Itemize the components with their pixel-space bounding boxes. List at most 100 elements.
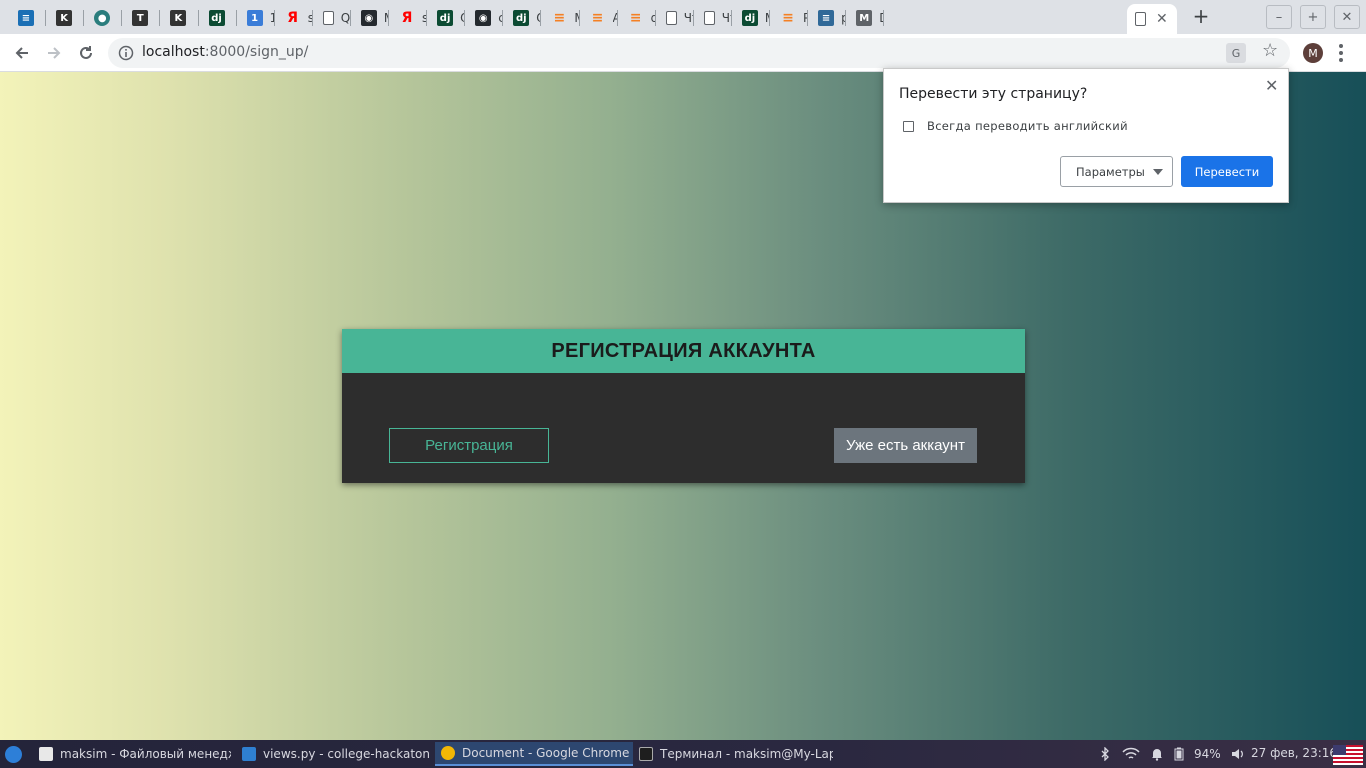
browser-tab[interactable]: dj <box>201 4 237 32</box>
close-window-button[interactable]: ✕ <box>1334 5 1360 29</box>
back-button[interactable] <box>10 41 34 65</box>
browser-menu-icon[interactable] <box>1336 42 1346 64</box>
browser-tab[interactable]: K <box>162 4 198 32</box>
maximize-window-button[interactable]: + <box>1300 5 1326 29</box>
browser-tab[interactable]: ≡py <box>810 4 846 32</box>
battery-icon[interactable] <box>1174 747 1184 761</box>
terminal-icon <box>639 747 653 761</box>
translate-icon[interactable]: G <box>1226 43 1246 63</box>
bluetooth-icon[interactable] <box>1098 747 1112 761</box>
card-header: РЕГИСТРАЦИЯ АККАУНТА <box>342 329 1025 373</box>
tab-separator <box>578 10 580 26</box>
browser-tab[interactable]: 11 г <box>239 4 275 32</box>
browser-tab[interactable]: djMa <box>734 4 770 32</box>
tab-separator <box>235 10 237 26</box>
tab-separator <box>311 10 313 26</box>
start-menu-icon[interactable] <box>5 746 22 763</box>
page-icon <box>1135 12 1146 26</box>
circle-icon: ● <box>94 10 111 26</box>
browser-toolbar: localhost:8000/sign_up/ G ☆ M <box>0 34 1366 72</box>
browser-tab[interactable]: djQt <box>429 4 465 32</box>
browser-tab[interactable]: Чт <box>658 4 694 32</box>
address-bar[interactable]: localhost:8000/sign_up/ <box>108 38 1290 68</box>
always-translate-checkbox[interactable] <box>903 121 914 132</box>
yandex-icon: Я <box>401 10 413 26</box>
wifi-icon[interactable] <box>1122 747 1140 761</box>
django-icon: dj <box>437 10 454 26</box>
browser-tab[interactable]: Яse <box>391 4 427 32</box>
info-icon[interactable] <box>118 45 134 61</box>
forward-button[interactable] <box>42 41 66 65</box>
stackoverflow-icon: ≡ <box>629 10 642 26</box>
browser-tab[interactable]: K <box>48 4 84 32</box>
tab-separator <box>502 10 504 26</box>
profile-avatar[interactable]: M <box>1303 43 1323 63</box>
volume-icon[interactable] <box>1231 747 1245 761</box>
options-dropdown-button[interactable]: Параметры <box>1060 156 1173 187</box>
browser-tab[interactable]: Яse <box>277 4 312 32</box>
bookmark-star-icon[interactable]: ☆ <box>1262 40 1278 61</box>
tab-separator <box>464 10 466 26</box>
tab-separator <box>159 10 161 26</box>
tab-separator <box>692 10 694 26</box>
tab-separator <box>883 10 885 26</box>
card-title: РЕГИСТРАЦИЯ АККАУНТА <box>551 339 816 362</box>
drive-icon: ≡ <box>18 10 34 26</box>
close-tab-icon[interactable]: ✕ <box>1156 11 1168 27</box>
keyboard-layout-flag-icon[interactable] <box>1333 745 1363 765</box>
page-icon <box>703 11 715 25</box>
minimize-window-button[interactable]: – <box>1266 5 1292 29</box>
translate-button[interactable]: Перевести <box>1181 156 1273 187</box>
active-browser-tab[interactable]: ✕ <box>1127 4 1177 34</box>
url-host: localhost <box>142 44 205 60</box>
browser-tab[interactable]: MDj <box>848 4 884 32</box>
taskbar: maksim - Файловый менедж... views.py - co… <box>0 740 1366 768</box>
taskbar-item[interactable]: Терминал - maksim@My-Lap... <box>633 742 833 766</box>
taskbar-item[interactable]: views.py - college-hackaton -... <box>236 742 432 766</box>
browser-tab[interactable]: ≡Py <box>772 4 808 32</box>
page-icon <box>665 11 677 25</box>
url-text[interactable]: localhost:8000/sign_up/ <box>142 44 308 60</box>
tab-separator <box>121 10 123 26</box>
browser-tab[interactable]: ≡Al <box>582 4 618 32</box>
system-tray: 94% <box>1098 745 1245 763</box>
browser-tab[interactable]: ◉co <box>467 4 503 32</box>
url-path: :8000/sign_up/ <box>204 44 309 60</box>
taskbar-item-label: Терминал - maksim@My-Lap... <box>660 747 833 761</box>
tab-separator <box>349 10 351 26</box>
browser-tab[interactable]: djQt <box>505 4 541 32</box>
close-icon[interactable]: ✕ <box>1265 76 1278 95</box>
browser-tab[interactable]: ≡ <box>10 4 46 32</box>
browser-tab[interactable]: ≡Mo <box>543 4 580 32</box>
already-have-account-button[interactable]: Уже есть аккаунт <box>834 428 977 463</box>
forward-arrow-icon <box>48 47 61 59</box>
taskbar-item[interactable]: maksim - Файловый менедж... <box>33 742 231 766</box>
browser-tab[interactable]: Qt <box>315 4 351 32</box>
notification-bell-icon[interactable] <box>1150 747 1164 761</box>
browser-tab[interactable]: ◉Ma <box>353 4 389 32</box>
back-arrow-icon <box>15 47 28 59</box>
page-icon <box>322 11 334 25</box>
reload-button[interactable] <box>74 41 98 65</box>
options-label: Параметры <box>1076 164 1145 179</box>
browser-tab[interactable]: Чт <box>696 4 732 32</box>
register-button[interactable]: Регистрация <box>389 428 549 463</box>
always-translate-label[interactable]: Всегда переводить английский <box>927 119 1128 133</box>
taskbar-item-label: views.py - college-hackaton -... <box>263 747 432 761</box>
k-icon: K <box>56 10 73 26</box>
github-icon: ◉ <box>475 10 492 26</box>
browser-tab[interactable]: ● <box>86 4 122 32</box>
github-icon: ◉ <box>360 10 377 26</box>
tab-separator <box>807 10 809 26</box>
tab-separator <box>388 10 389 26</box>
taskbar-item[interactable]: Document - Google Chrome <box>435 742 633 766</box>
clock[interactable]: 27 фев, 23:16 <box>1251 746 1337 760</box>
browser-tab[interactable]: ≡dja <box>620 4 656 32</box>
tab-strip: ≡K●TKdj11 гЯseQt◉MaЯsedjQt◉codjQt≡Mo≡Al≡… <box>0 0 1366 34</box>
browser-tab[interactable]: T <box>124 4 160 32</box>
k-icon: K <box>170 10 187 26</box>
new-tab-button[interactable]: + <box>1191 6 1211 26</box>
python-icon: ≡ <box>818 10 835 26</box>
tab-separator <box>730 10 732 26</box>
reload-icon <box>80 46 92 59</box>
